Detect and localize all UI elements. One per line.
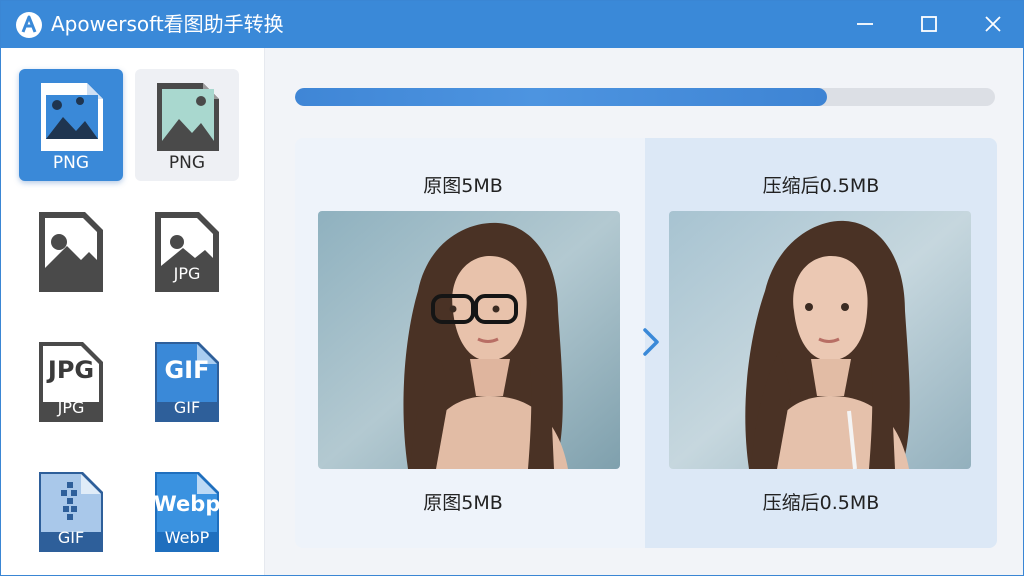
format-tile-image[interactable] xyxy=(19,198,123,310)
png-image-icon xyxy=(157,83,219,151)
format-tile-webp[interactable]: Webp WebP xyxy=(135,458,239,570)
original-photo xyxy=(318,211,620,469)
progress-fill xyxy=(295,88,827,106)
maximize-icon xyxy=(921,16,937,32)
format-tile-label: GIF xyxy=(173,398,201,417)
minimize-icon xyxy=(857,23,873,25)
minimize-button[interactable] xyxy=(847,9,883,39)
original-size-caption-bottom: 原图5MB xyxy=(423,492,503,514)
conversion-progress-bar xyxy=(295,88,995,106)
app-logo-icon xyxy=(16,12,42,38)
format-tile-label: PNG xyxy=(52,153,90,173)
app-window: Apowersoft看图助手转换 PNG PNG JPG JPG JPG GIF… xyxy=(0,0,1024,576)
format-tile-jpg[interactable]: JPG xyxy=(135,198,239,310)
close-button[interactable] xyxy=(975,9,1011,39)
format-tile-png[interactable]: PNG xyxy=(135,69,239,181)
compressed-size-caption-bottom: 压缩后0.5MB xyxy=(762,492,880,514)
compare-arrow-icon[interactable] xyxy=(636,324,666,360)
format-badge-text: JPG xyxy=(47,356,95,384)
compressed-photo xyxy=(669,211,971,469)
format-tile-label: WebP xyxy=(164,528,210,547)
format-sidebar: PNG PNG JPG JPG JPG GIF GIF GIF Webp Web… xyxy=(1,48,265,575)
format-tile-gif[interactable]: GIF xyxy=(19,458,123,570)
format-badge-text: GIF xyxy=(164,356,210,384)
image-file-icon xyxy=(39,212,103,292)
format-tile-jpg-badge[interactable]: JPG JPG xyxy=(19,328,123,440)
format-tile-png-selected[interactable]: PNG xyxy=(19,69,123,181)
format-badge-text: Webp xyxy=(153,492,221,516)
format-tile-label: GIF xyxy=(57,528,85,547)
format-tile-label: JPG xyxy=(173,264,201,283)
window-title: Apowersoft看图助手转换 xyxy=(51,12,284,36)
format-tile-gif-badge[interactable]: GIF GIF xyxy=(135,328,239,440)
format-tile-label: JPG xyxy=(57,398,85,417)
png-image-icon xyxy=(41,83,103,151)
title-bar[interactable]: Apowersoft看图助手转换 xyxy=(1,1,1023,48)
maximize-button[interactable] xyxy=(911,9,947,39)
compare-panel: 原图5MB 压缩后0.5MB 原图5MB 压缩后0.5MB xyxy=(295,138,997,548)
format-tile-label: PNG xyxy=(168,153,206,173)
compressed-size-caption-top: 压缩后0.5MB xyxy=(762,175,880,197)
original-size-caption-top: 原图5MB xyxy=(423,175,503,197)
close-icon xyxy=(985,16,1001,32)
